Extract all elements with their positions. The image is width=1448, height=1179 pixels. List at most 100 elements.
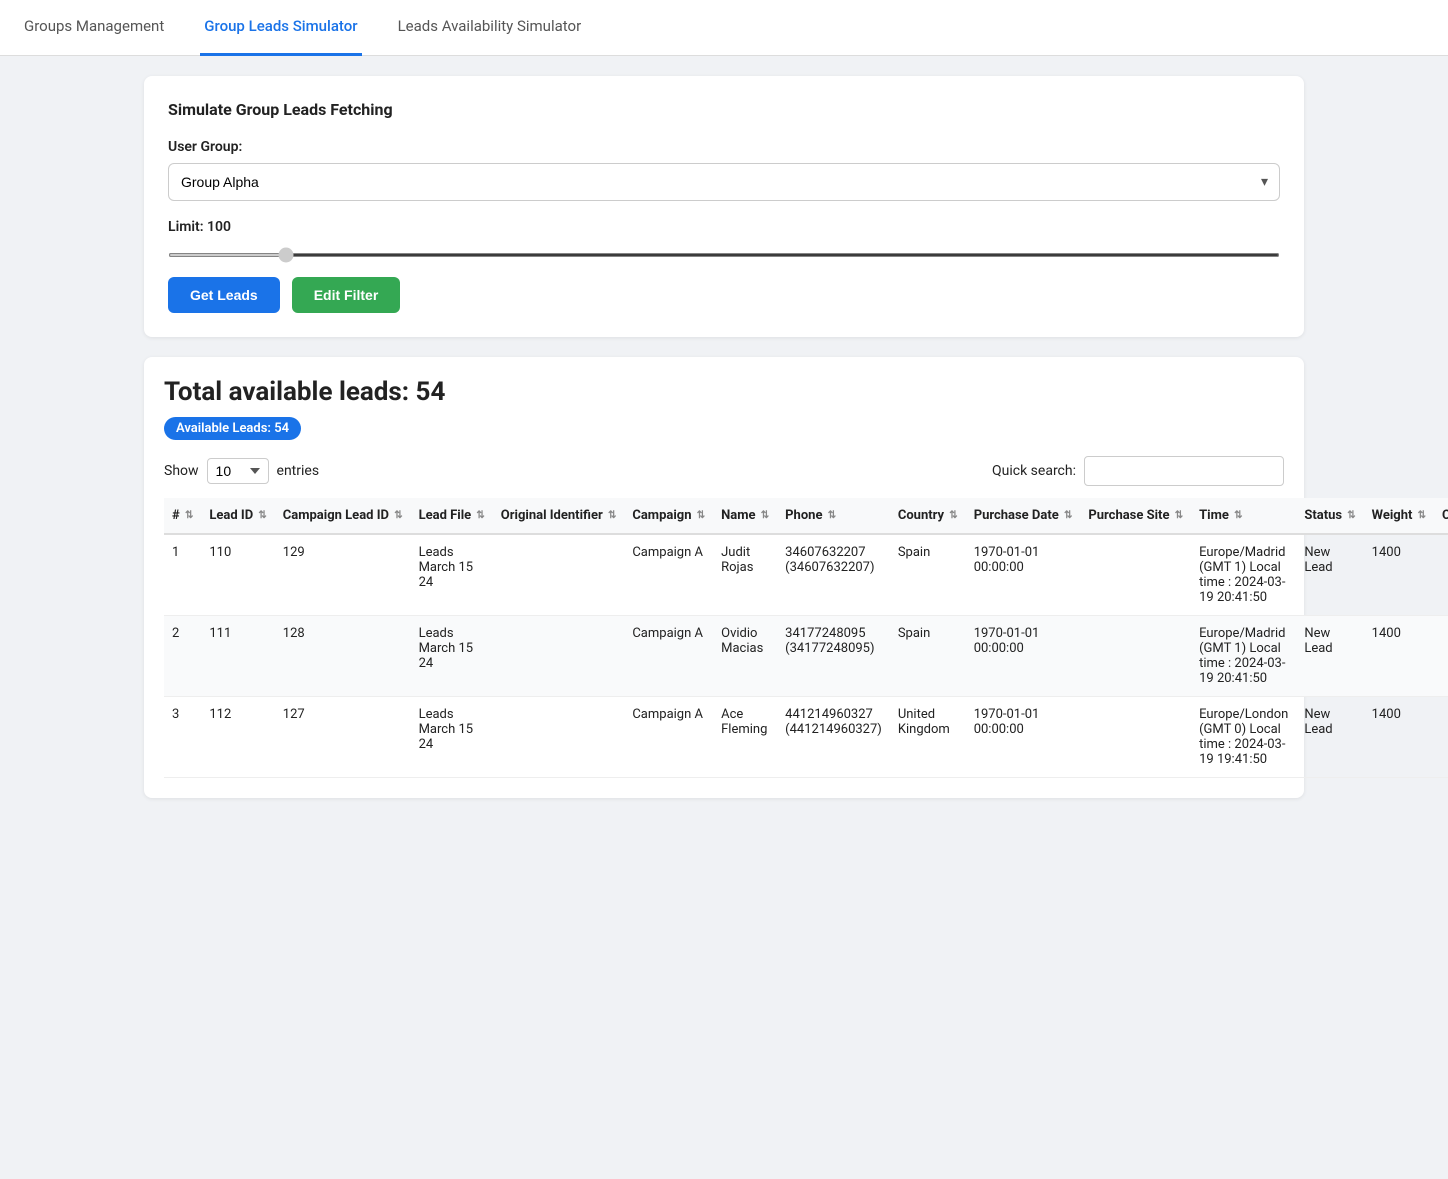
table-cell: New Lead — [1296, 616, 1363, 697]
table-cell: 128 — [275, 616, 411, 697]
col-campaign[interactable]: Campaign ⇅ — [624, 498, 713, 534]
table-controls: Show 10 25 50 100 entries Quick search: — [164, 456, 1284, 486]
leads-section: Total available leads: 54 Available Lead… — [144, 357, 1304, 798]
sort-icon-lead-file: ⇅ — [476, 510, 484, 521]
table-cell — [1434, 616, 1448, 697]
col-call-back[interactable]: Call Back ⇅ — [1434, 498, 1448, 534]
col-campaign-lead-id[interactable]: Campaign Lead ID ⇅ — [275, 498, 411, 534]
sort-icon-purchase-site: ⇅ — [1175, 510, 1183, 521]
col-name[interactable]: Name ⇅ — [713, 498, 777, 534]
col-time[interactable]: Time ⇅ — [1191, 498, 1296, 534]
table-cell: New Lead — [1296, 534, 1363, 616]
table-cell — [493, 697, 625, 778]
tab-groups-management[interactable]: Groups Management — [20, 0, 168, 56]
col-purchase-date[interactable]: Purchase Date ⇅ — [966, 498, 1081, 534]
table-cell: 441214960327 (441214960327) — [777, 697, 890, 778]
simulate-card: Simulate Group Leads Fetching User Group… — [144, 76, 1304, 337]
col-weight[interactable]: Weight ⇅ — [1364, 498, 1434, 534]
show-label: Show — [164, 463, 199, 479]
table-cell — [1080, 697, 1191, 778]
col-purchase-site[interactable]: Purchase Site ⇅ — [1080, 498, 1191, 534]
table-cell: Judit Rojas — [713, 534, 777, 616]
table-cell: Europe/Madrid (GMT 1) Local time : 2024-… — [1191, 534, 1296, 616]
table-cell: Leads March 15 24 — [411, 534, 493, 616]
sort-icon-phone: ⇅ — [828, 510, 836, 521]
table-cell: United Kingdom — [890, 697, 966, 778]
col-num[interactable]: # ⇅ — [164, 498, 201, 534]
table-cell: 1970-01-01 00:00:00 — [966, 534, 1081, 616]
quick-search-control: Quick search: — [992, 456, 1284, 486]
table-cell — [1434, 534, 1448, 616]
available-leads-badge: Available Leads: 54 — [164, 417, 301, 440]
user-group-select-wrapper: Group Alpha Group Beta Group Gamma ▾ — [168, 163, 1280, 201]
col-lead-id[interactable]: Lead ID ⇅ — [201, 498, 274, 534]
col-status[interactable]: Status ⇅ — [1296, 498, 1363, 534]
table-cell: 112 — [201, 697, 274, 778]
table-cell: 1400 — [1364, 697, 1434, 778]
limit-slider[interactable] — [168, 253, 1280, 257]
table-cell: New Lead — [1296, 697, 1363, 778]
limit-label: Limit: 100 — [168, 219, 1280, 235]
table-body: 1110129Leads March 15 24Campaign AJudit … — [164, 534, 1448, 778]
table-cell: 1400 — [1364, 616, 1434, 697]
action-buttons: Get Leads Edit Filter — [168, 277, 1280, 313]
sort-icon-name: ⇅ — [761, 510, 769, 521]
sort-icon-country: ⇅ — [949, 510, 957, 521]
table-cell — [1434, 697, 1448, 778]
col-country[interactable]: Country ⇅ — [890, 498, 966, 534]
total-leads-title: Total available leads: 54 — [164, 377, 1284, 407]
user-group-label: User Group: — [168, 139, 1280, 155]
table-cell: Ace Fleming — [713, 697, 777, 778]
table-cell: 34607632207 (34607632207) — [777, 534, 890, 616]
table-row: 1110129Leads March 15 24Campaign AJudit … — [164, 534, 1448, 616]
table-cell: 129 — [275, 534, 411, 616]
sort-icon-weight: ⇅ — [1418, 510, 1426, 521]
main-content: Simulate Group Leads Fetching User Group… — [124, 56, 1324, 818]
table-cell: Europe/Madrid (GMT 1) Local time : 2024-… — [1191, 616, 1296, 697]
table-cell: 1 — [164, 534, 201, 616]
table-cell: 1970-01-01 00:00:00 — [966, 697, 1081, 778]
sort-icon-original-id: ⇅ — [608, 510, 616, 521]
col-original-identifier[interactable]: Original Identifier ⇅ — [493, 498, 625, 534]
table-cell: 127 — [275, 697, 411, 778]
table-cell: Spain — [890, 616, 966, 697]
table-cell: Leads March 15 24 — [411, 616, 493, 697]
table-cell: 3 — [164, 697, 201, 778]
get-leads-button[interactable]: Get Leads — [168, 277, 280, 313]
leads-table: # ⇅ Lead ID ⇅ Campaign Lead ID ⇅ Lead Fi… — [164, 498, 1448, 778]
table-cell: Leads March 15 24 — [411, 697, 493, 778]
entries-per-page-select[interactable]: 10 25 50 100 — [207, 458, 269, 484]
tab-group-leads-simulator[interactable]: Group Leads Simulator — [200, 0, 361, 56]
sort-icon-lead-id: ⇅ — [258, 510, 266, 521]
sort-icon-time: ⇅ — [1234, 510, 1242, 521]
table-cell — [1080, 616, 1191, 697]
col-phone[interactable]: Phone ⇅ — [777, 498, 890, 534]
table-header: # ⇅ Lead ID ⇅ Campaign Lead ID ⇅ Lead Fi… — [164, 498, 1448, 534]
table-cell — [493, 534, 625, 616]
quick-search-label: Quick search: — [992, 463, 1076, 479]
user-group-select[interactable]: Group Alpha Group Beta Group Gamma — [168, 163, 1280, 201]
table-cell: 1400 — [1364, 534, 1434, 616]
quick-search-input[interactable] — [1084, 456, 1284, 486]
entries-label: entries — [277, 463, 320, 479]
top-navigation: Groups Management Group Leads Simulator … — [0, 0, 1448, 56]
table-cell: Campaign A — [624, 697, 713, 778]
table-cell: 1970-01-01 00:00:00 — [966, 616, 1081, 697]
table-cell — [1080, 534, 1191, 616]
sort-icon-status: ⇅ — [1347, 510, 1355, 521]
table-cell: Spain — [890, 534, 966, 616]
table-cell: 34177248095 (34177248095) — [777, 616, 890, 697]
sort-icon-campaign-lead-id: ⇅ — [394, 510, 402, 521]
col-lead-file[interactable]: Lead File ⇅ — [411, 498, 493, 534]
table-cell — [493, 616, 625, 697]
sort-icon-purchase-date: ⇅ — [1064, 510, 1072, 521]
edit-filter-button[interactable]: Edit Filter — [292, 277, 401, 313]
table-cell: Ovidio Macias — [713, 616, 777, 697]
table-cell: Campaign A — [624, 616, 713, 697]
limit-slider-container — [168, 245, 1280, 261]
table-cell: 111 — [201, 616, 274, 697]
table-cell: 2 — [164, 616, 201, 697]
table-cell: Campaign A — [624, 534, 713, 616]
show-entries-control: Show 10 25 50 100 entries — [164, 458, 319, 484]
tab-leads-availability-simulator[interactable]: Leads Availability Simulator — [394, 0, 586, 56]
